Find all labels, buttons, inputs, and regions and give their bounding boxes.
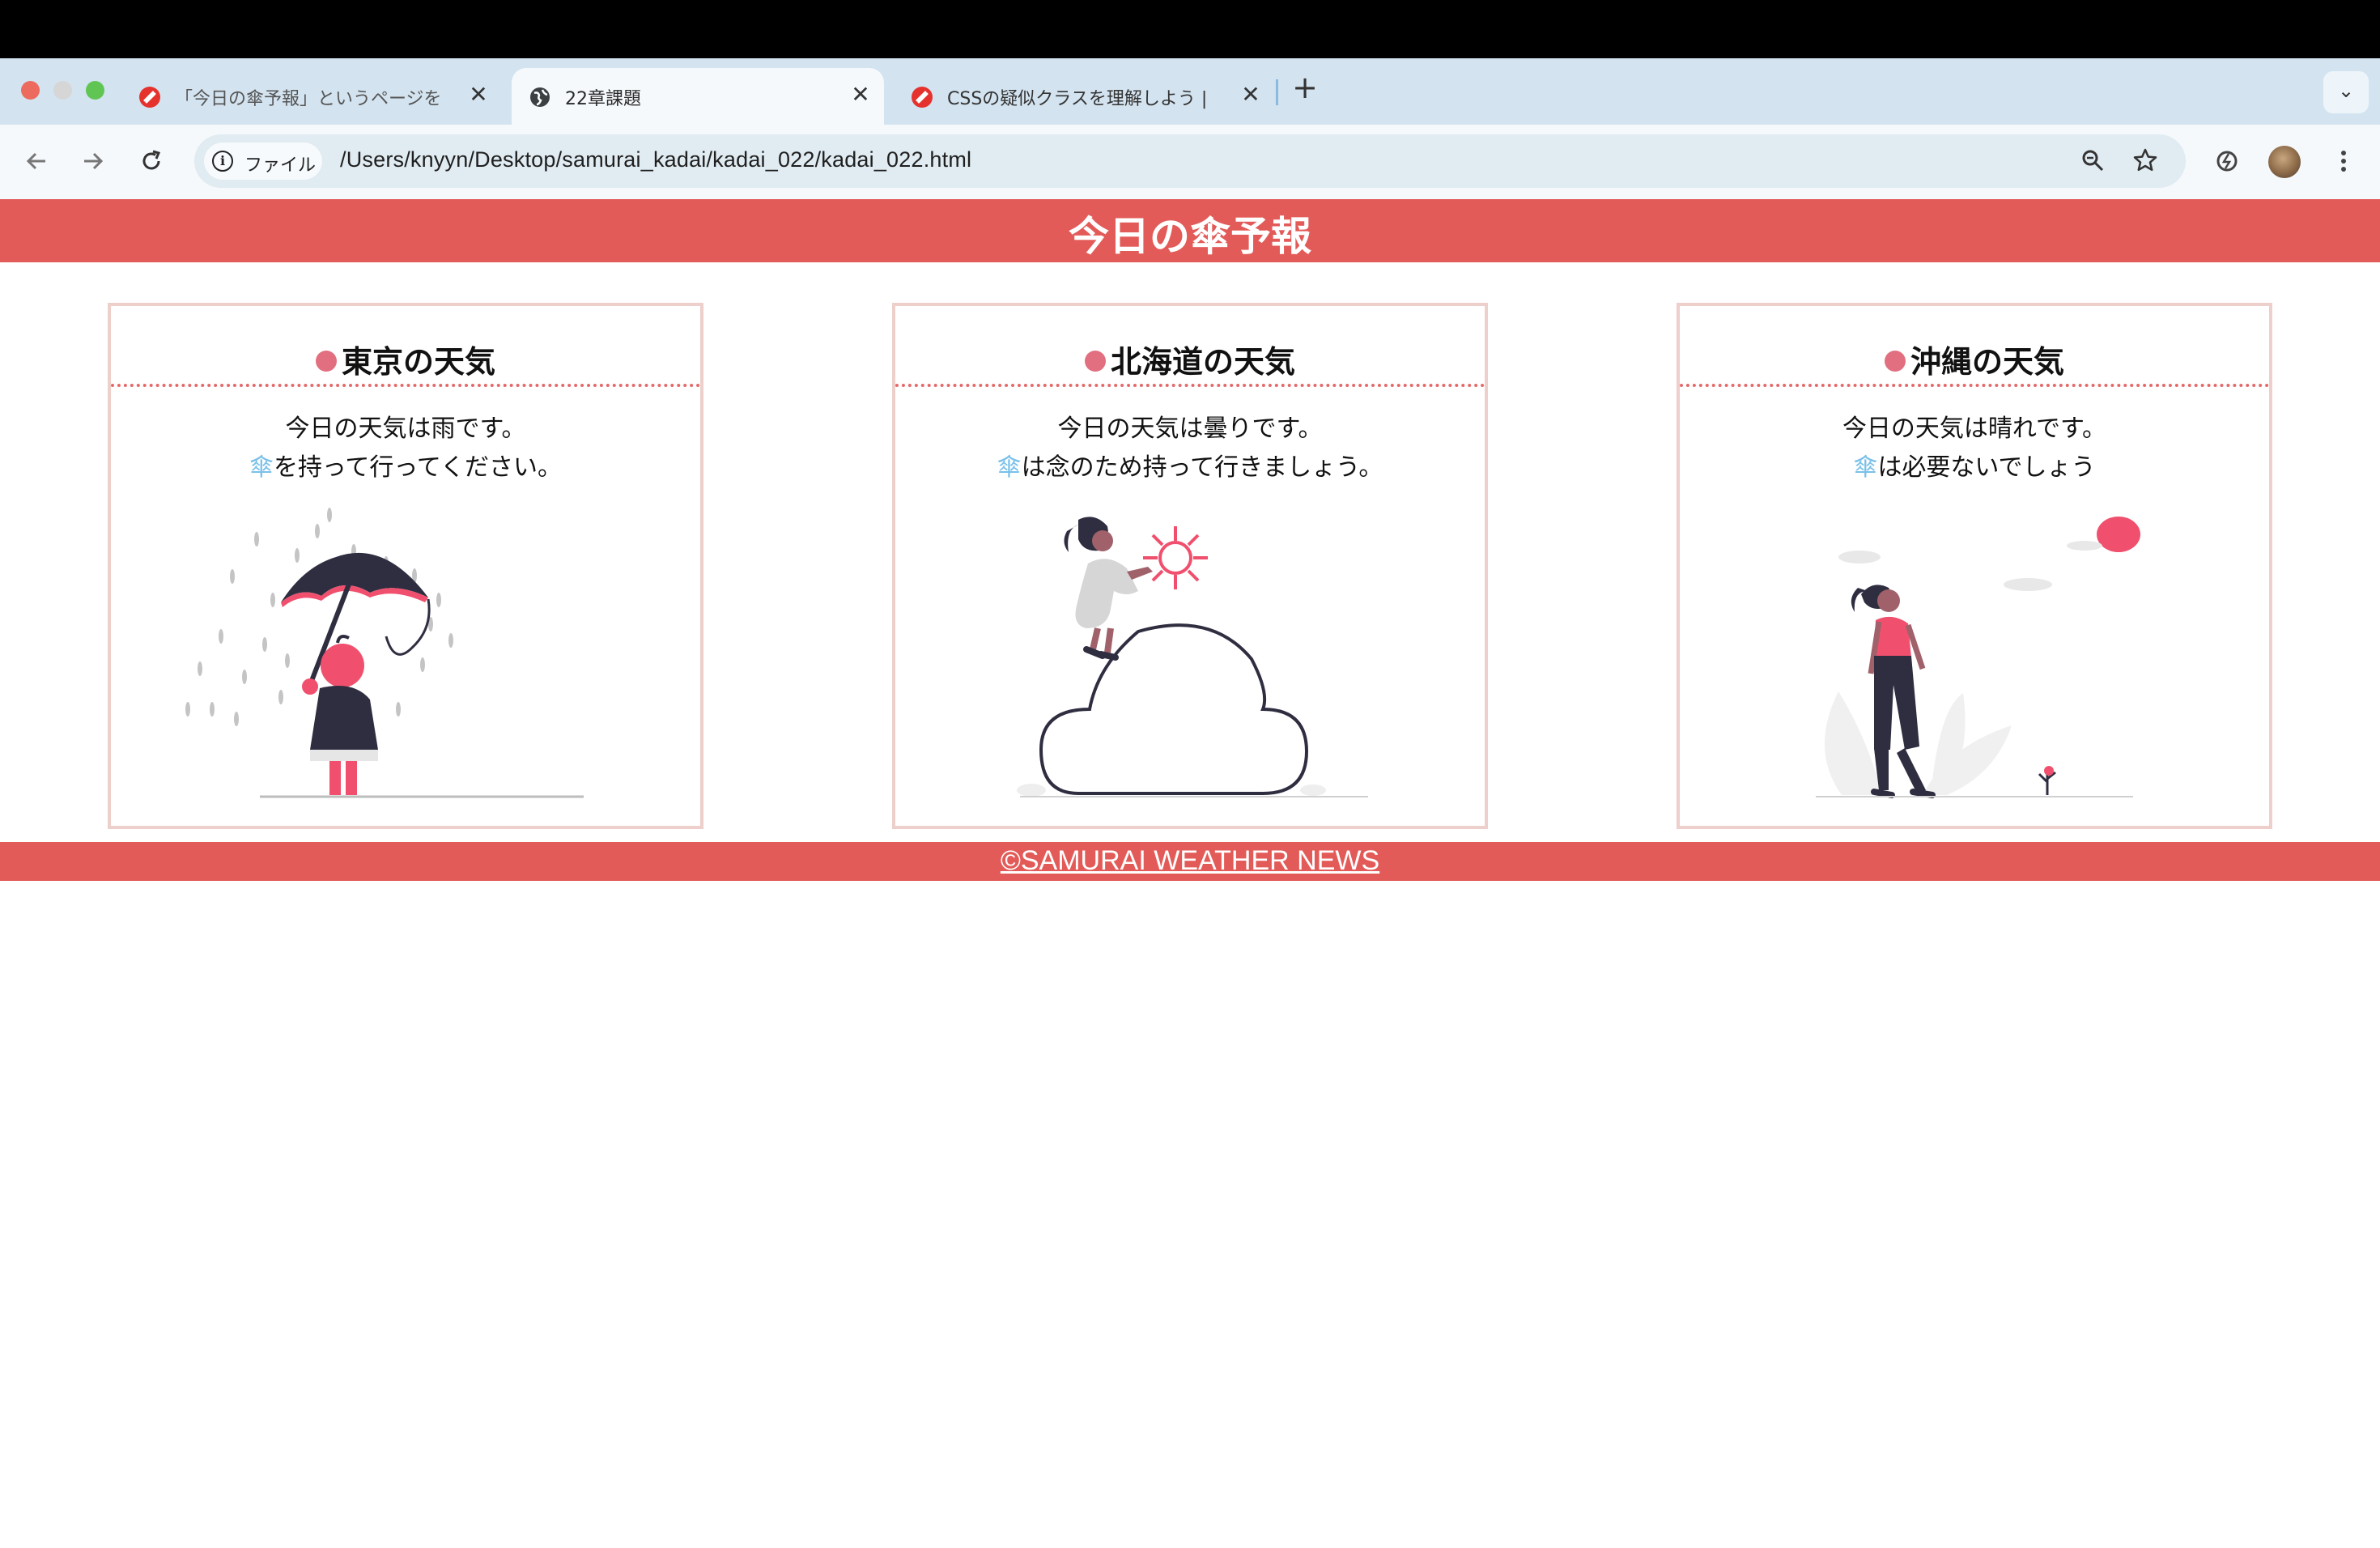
umbrella-word: 傘 xyxy=(1853,453,1878,482)
page-header: 今日の傘予報 xyxy=(0,199,2380,262)
dotted-divider xyxy=(1680,384,2269,387)
card-heading: 東京の天気 xyxy=(111,337,700,381)
zoom-icon[interactable] xyxy=(2076,144,2109,176)
tab-search-button[interactable]: ⌄ xyxy=(2323,71,2369,113)
advice-text: を持って行ってください。 xyxy=(273,453,563,482)
umbrella-advice-line: 傘は必要ないでしょう xyxy=(1680,449,2269,487)
info-icon: i xyxy=(212,151,233,172)
reload-icon xyxy=(142,150,161,170)
tab-title: 22章課題 xyxy=(565,89,641,109)
card-message: 今日の天気は雨です。 傘を持って行ってください。 xyxy=(111,410,700,487)
card-message: 今日の天気は晴れです。 傘は必要ないでしょう xyxy=(1680,410,2269,487)
page-title: 今日の傘予報 xyxy=(1069,213,1311,260)
browser-tab-strip: 「今日の傘予報」というページを ✕ 22章課題 ✕ CSSの疑似クラスを理解しよ… xyxy=(0,58,2380,125)
window-close-button[interactable] xyxy=(21,81,40,100)
globe-icon xyxy=(530,87,550,107)
tab-css-pseudo-class[interactable]: CSSの疑似クラスを理解しよう | ✕ xyxy=(894,68,1274,125)
umbrella-word: 傘 xyxy=(249,453,274,482)
weather-line: 今日の天気は曇りです。 xyxy=(1057,415,1323,443)
screen-top-bar xyxy=(0,0,2380,58)
card-message: 今日の天気は曇りです。 傘は念のため持って行きましょう。 xyxy=(895,410,1485,487)
back-button[interactable] xyxy=(16,141,57,181)
advice-text: は念のため持って行きましょう。 xyxy=(1021,453,1383,482)
bullet-dot-icon xyxy=(315,351,337,372)
sunny-walk-illustration xyxy=(1816,517,2140,798)
samurai-logo-icon xyxy=(912,87,933,108)
footer-copyright-link[interactable]: ©SAMURAI WEATHER NEWS xyxy=(0,845,2380,877)
weather-card-tokyo: 東京の天気 今日の天気は雨です。 傘を持って行ってください。 xyxy=(108,303,703,829)
card-heading-text: 北海道の天気 xyxy=(1110,344,1295,380)
rain-umbrella-illustration xyxy=(185,508,584,798)
bullet-dot-icon xyxy=(1084,351,1106,372)
tab-title: 「今日の傘予報」というページを xyxy=(175,89,442,109)
card-heading: 沖縄の天気 xyxy=(1680,337,2269,381)
address-bar[interactable]: i ファイル /Users/knyyn/Desktop/samurai_kada… xyxy=(194,134,2186,188)
cloud-sun-illustration xyxy=(1017,517,1368,797)
extension-icon[interactable] xyxy=(2208,142,2246,180)
umbrella-word: 傘 xyxy=(997,453,1022,482)
menu-kebab-icon[interactable] xyxy=(2325,142,2362,180)
umbrella-advice-line: 傘は念のため持って行きましょう。 xyxy=(895,449,1485,487)
dotted-divider xyxy=(111,384,700,387)
file-scheme-label: ファイル xyxy=(244,155,317,176)
profile-avatar[interactable] xyxy=(2268,146,2301,178)
tab-title: CSSの疑似クラスを理解しよう | xyxy=(947,89,1208,109)
samurai-logo-icon xyxy=(139,87,160,108)
tab-close-icon[interactable]: ✕ xyxy=(1239,83,1263,107)
card-heading: 北海道の天気 xyxy=(895,337,1485,381)
weather-line: 今日の天気は晴れです。 xyxy=(1842,415,2107,443)
arrow-right-icon xyxy=(84,152,104,170)
umbrella-advice-line: 傘を持って行ってください。 xyxy=(111,449,700,487)
weather-line: 今日の天気は雨です。 xyxy=(285,415,526,443)
window-zoom-button[interactable] xyxy=(86,81,104,100)
browser-toolbar: i ファイル /Users/knyyn/Desktop/samurai_kada… xyxy=(0,125,2380,199)
tab-close-icon[interactable]: ✕ xyxy=(848,83,873,107)
card-heading-text: 東京の天気 xyxy=(341,344,495,380)
weather-card-okinawa: 沖縄の天気 今日の天気は晴れです。 傘は必要ないでしょう xyxy=(1677,303,2272,829)
arrow-left-icon xyxy=(26,152,45,170)
bullet-dot-icon xyxy=(1884,351,1906,372)
site-info-chip[interactable]: i ファイル xyxy=(204,142,322,180)
chevron-down-icon: ⌄ xyxy=(2338,79,2355,102)
advice-text: は必要ないでしょう xyxy=(1877,453,2096,482)
forward-button[interactable] xyxy=(73,141,113,181)
tab-close-icon[interactable]: ✕ xyxy=(466,83,491,107)
card-heading-text: 沖縄の天気 xyxy=(1910,344,2064,380)
tab-umbrella-task[interactable]: 「今日の傘予報」というページを ✕ xyxy=(121,68,502,125)
reload-button[interactable] xyxy=(131,141,172,181)
tab-separator xyxy=(1276,79,1278,105)
new-tab-button[interactable]: + xyxy=(1289,71,1321,104)
tab-22-kadai[interactable]: 22章課題 ✕ xyxy=(512,68,884,125)
page-footer: ©SAMURAI WEATHER NEWS xyxy=(0,842,2380,881)
weather-card-hokkaido: 北海道の天気 今日の天気は曇りです。 傘は念のため持って行きましょう。 xyxy=(892,303,1488,829)
dotted-divider xyxy=(895,384,1485,387)
bookmark-star-icon[interactable] xyxy=(2129,144,2161,176)
window-minimize-button[interactable] xyxy=(53,81,72,100)
url-text[interactable]: /Users/knyyn/Desktop/samurai_kadai/kadai… xyxy=(340,147,971,172)
